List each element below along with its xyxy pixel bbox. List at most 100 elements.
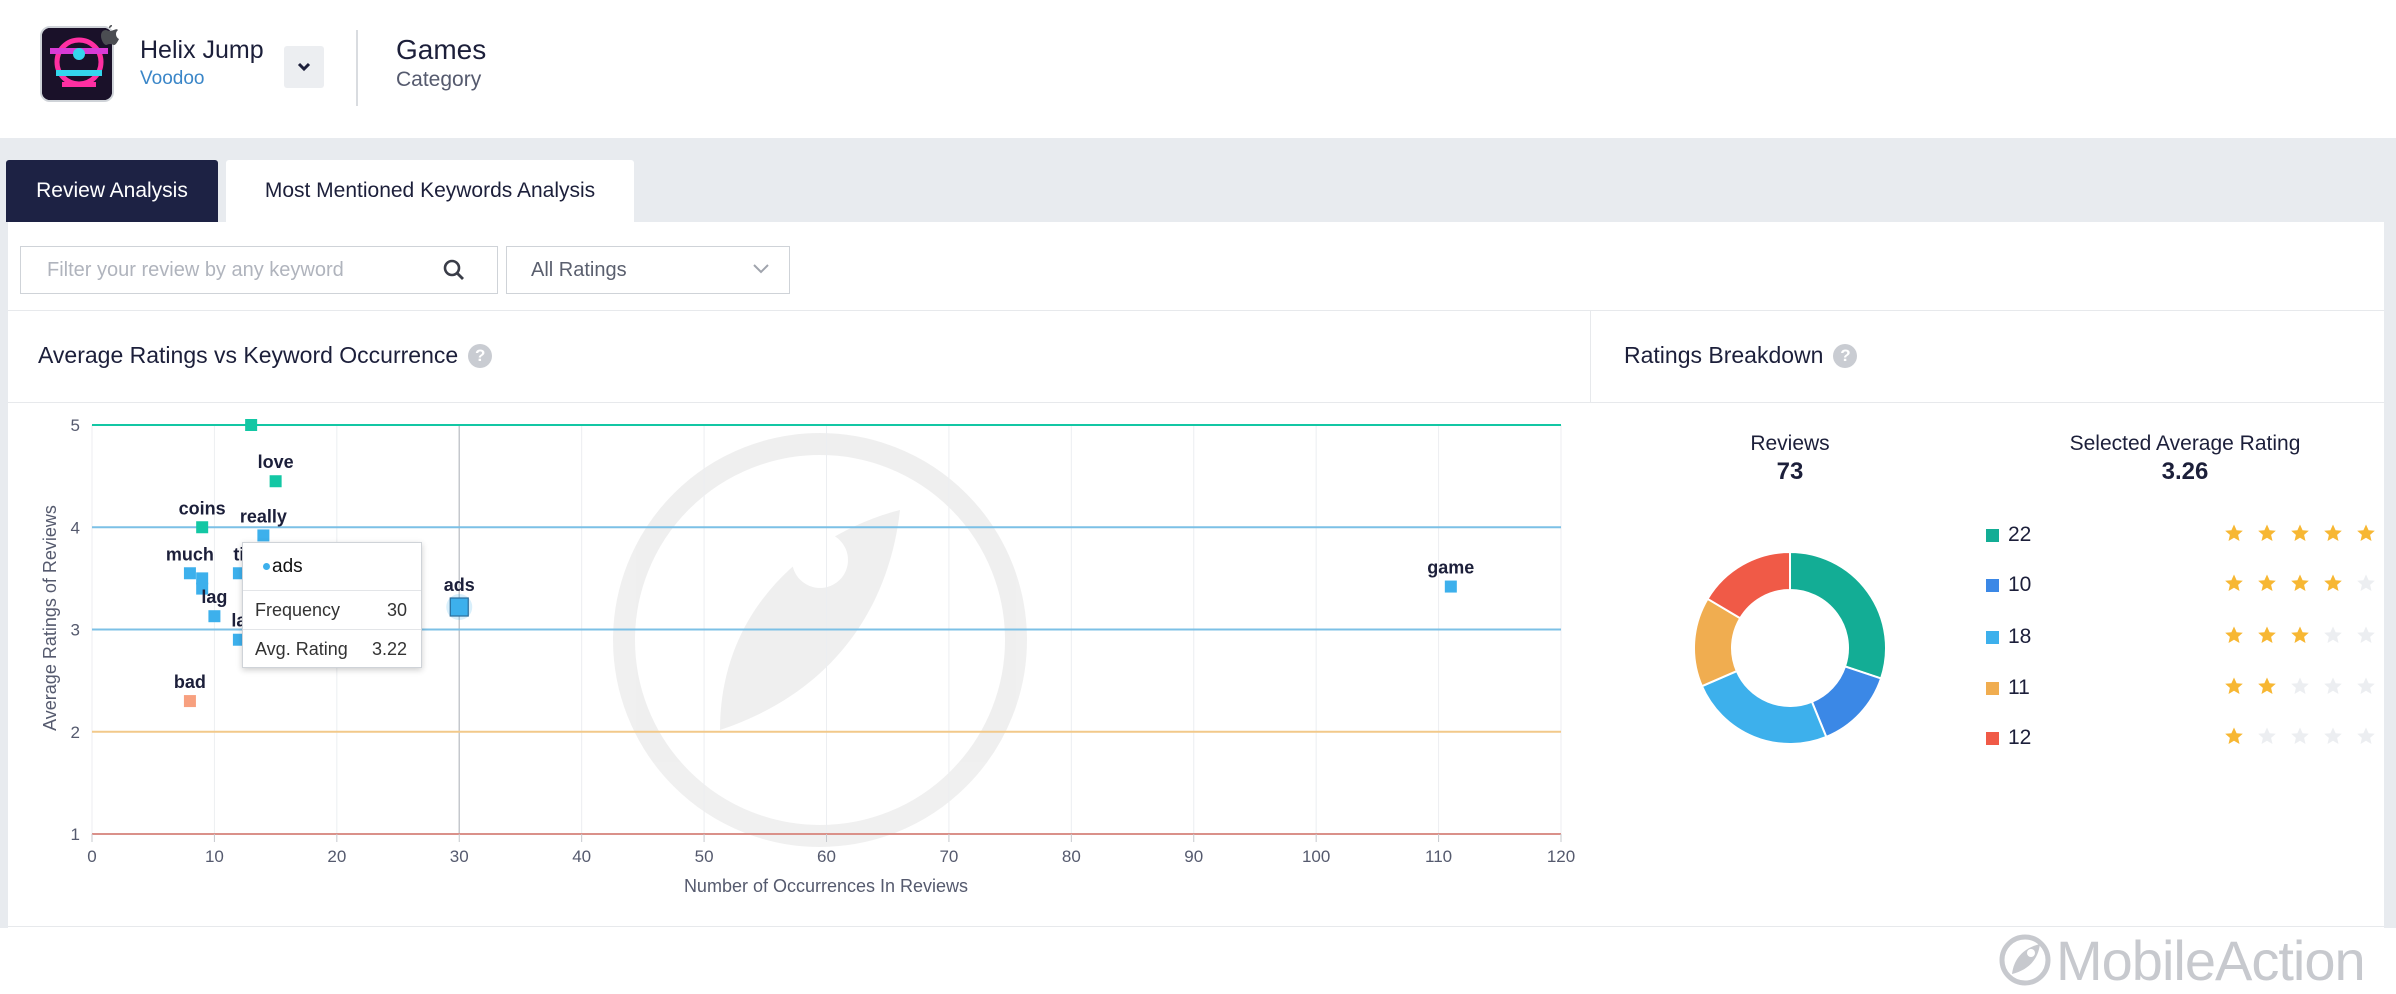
- rating-breakdown-row[interactable]: 10: [1986, 570, 2376, 600]
- avg-rating-value: 3.26: [2161, 458, 2209, 485]
- x-tick-label: 110: [1425, 847, 1452, 866]
- star-empty-icon: [2324, 727, 2342, 744]
- star-empty-icon: [2291, 727, 2309, 744]
- tooltip-header: ads: [243, 543, 421, 591]
- panel-divider: [1590, 310, 1591, 402]
- data-point[interactable]: [257, 529, 270, 542]
- tooltip-avg-label: Avg. Rating: [255, 639, 348, 659]
- star-rating: [2224, 523, 2376, 543]
- rating-count: 22: [2008, 523, 2032, 546]
- brand-name: MobileAction: [2056, 928, 2366, 992]
- point-label: lag: [201, 587, 227, 607]
- tooltip-row-avg: Avg. Rating 3.22: [243, 630, 421, 669]
- data-point[interactable]: [449, 597, 469, 617]
- star-empty-icon: [2357, 626, 2375, 643]
- star-empty-icon: [2324, 626, 2342, 643]
- point-label: really: [240, 506, 287, 526]
- watermark-logo: [613, 433, 1027, 847]
- star-filled-icon: [2258, 626, 2276, 643]
- ratings-donut-chart: [1693, 550, 1887, 745]
- avg-rating-label: Selected Average Rating: [2069, 432, 2301, 455]
- x-tick-label: 70: [939, 847, 958, 866]
- x-tick-label: 10: [205, 847, 224, 866]
- app-switch-dropdown[interactable]: [284, 46, 324, 88]
- star-filled-icon: [2258, 677, 2276, 694]
- header-divider: [356, 30, 358, 106]
- star-filled-icon: [2225, 574, 2243, 591]
- legend-swatch: [1986, 731, 1999, 745]
- x-tick-label: 100: [1302, 847, 1330, 866]
- data-point[interactable]: [245, 419, 258, 431]
- star-filled-icon: [2324, 574, 2342, 591]
- data-point[interactable]: [208, 610, 221, 623]
- y-tick-label: 3: [71, 621, 80, 640]
- star-empty-icon: [2357, 677, 2375, 694]
- tab-keywords-analysis[interactable]: Most Mentioned Keywords Analysis: [226, 160, 634, 222]
- data-point[interactable]: [269, 475, 282, 488]
- series-dot-icon: [263, 563, 270, 570]
- chart-tooltip: ads Frequency 30 Avg. Rating 3.22: [242, 542, 422, 668]
- reviews-label: Reviews: [1750, 432, 1830, 455]
- search-icon[interactable]: [442, 258, 466, 282]
- ratings-select[interactable]: All Ratings: [506, 246, 790, 294]
- breakdown-panel-title: Ratings Breakdown ?: [1624, 342, 1858, 369]
- avg-rating-summary: Selected Average Rating 3.26: [2030, 432, 2340, 486]
- section-divider: [8, 310, 2384, 311]
- help-icon[interactable]: ?: [1833, 343, 1858, 368]
- rating-count: 10: [2008, 573, 2032, 596]
- data-point[interactable]: [196, 521, 209, 534]
- x-tick-label: 0: [87, 847, 96, 866]
- y-axis-label: Average Ratings of Reviews: [40, 505, 60, 731]
- star-filled-icon: [2291, 574, 2309, 591]
- scatter-panel-title: Average Ratings vs Keyword Occurrence ?: [38, 342, 493, 369]
- rating-breakdown-row[interactable]: 22: [1986, 520, 2376, 550]
- rating-count: 18: [2008, 625, 2032, 648]
- x-tick-label: 20: [327, 847, 346, 866]
- x-tick-label: 90: [1184, 847, 1203, 866]
- star-rating: [2224, 573, 2376, 593]
- x-axis-label: Number of Occurrences In Reviews: [684, 876, 968, 896]
- star-empty-icon: [2291, 677, 2309, 694]
- donut-slice[interactable]: [1789, 550, 1887, 680]
- data-point[interactable]: [196, 572, 209, 585]
- legend-swatch: [1986, 630, 1999, 644]
- y-tick-label: 2: [71, 723, 80, 742]
- chevron-down-icon: [753, 264, 769, 274]
- category-value: Games: [396, 34, 487, 65]
- rating-count: 11: [2008, 676, 2030, 699]
- brand-watermark: MobileAction: [1998, 928, 2366, 992]
- tooltip-frequency-label: Frequency: [255, 599, 341, 620]
- point-label: bad: [174, 672, 206, 692]
- rating-breakdown-row[interactable]: 11: [1986, 673, 2376, 703]
- point-label: coins: [179, 498, 226, 518]
- rating-breakdown-row[interactable]: 12: [1986, 723, 2376, 753]
- data-point[interactable]: [183, 695, 196, 708]
- help-icon[interactable]: ?: [468, 343, 493, 368]
- rocket-logo-icon: [1999, 934, 2051, 986]
- data-point[interactable]: [1444, 580, 1457, 593]
- star-filled-icon: [2225, 524, 2243, 541]
- data-point[interactable]: [183, 567, 196, 580]
- x-tick-label: 40: [572, 847, 591, 866]
- developer-link[interactable]: Voodoo: [140, 68, 204, 90]
- rating-breakdown-row[interactable]: 18: [1986, 622, 2376, 652]
- review-filter-input[interactable]: [20, 246, 498, 294]
- legend-swatch: [1986, 528, 1999, 542]
- app-header: [8, 0, 2384, 138]
- legend-swatch: [1986, 578, 1999, 592]
- star-rating: [2224, 625, 2376, 645]
- x-tick-label: 50: [695, 847, 714, 866]
- point-label: ads: [444, 575, 475, 595]
- donut-slice[interactable]: [1700, 669, 1828, 745]
- breakdown-title-text: Ratings Breakdown: [1624, 342, 1824, 368]
- y-tick-label: 1: [71, 825, 80, 844]
- star-filled-icon: [2225, 626, 2243, 643]
- star-rating: [2224, 676, 2376, 696]
- x-tick-label: 120: [1547, 847, 1575, 866]
- y-tick-label: 4: [71, 518, 80, 537]
- tooltip-frequency-value: 30: [386, 599, 407, 620]
- tab-review-analysis[interactable]: Review Analysis: [6, 160, 218, 222]
- apple-icon: [101, 25, 119, 45]
- chevron-down-icon: [297, 62, 311, 72]
- category-label: Category: [396, 68, 482, 91]
